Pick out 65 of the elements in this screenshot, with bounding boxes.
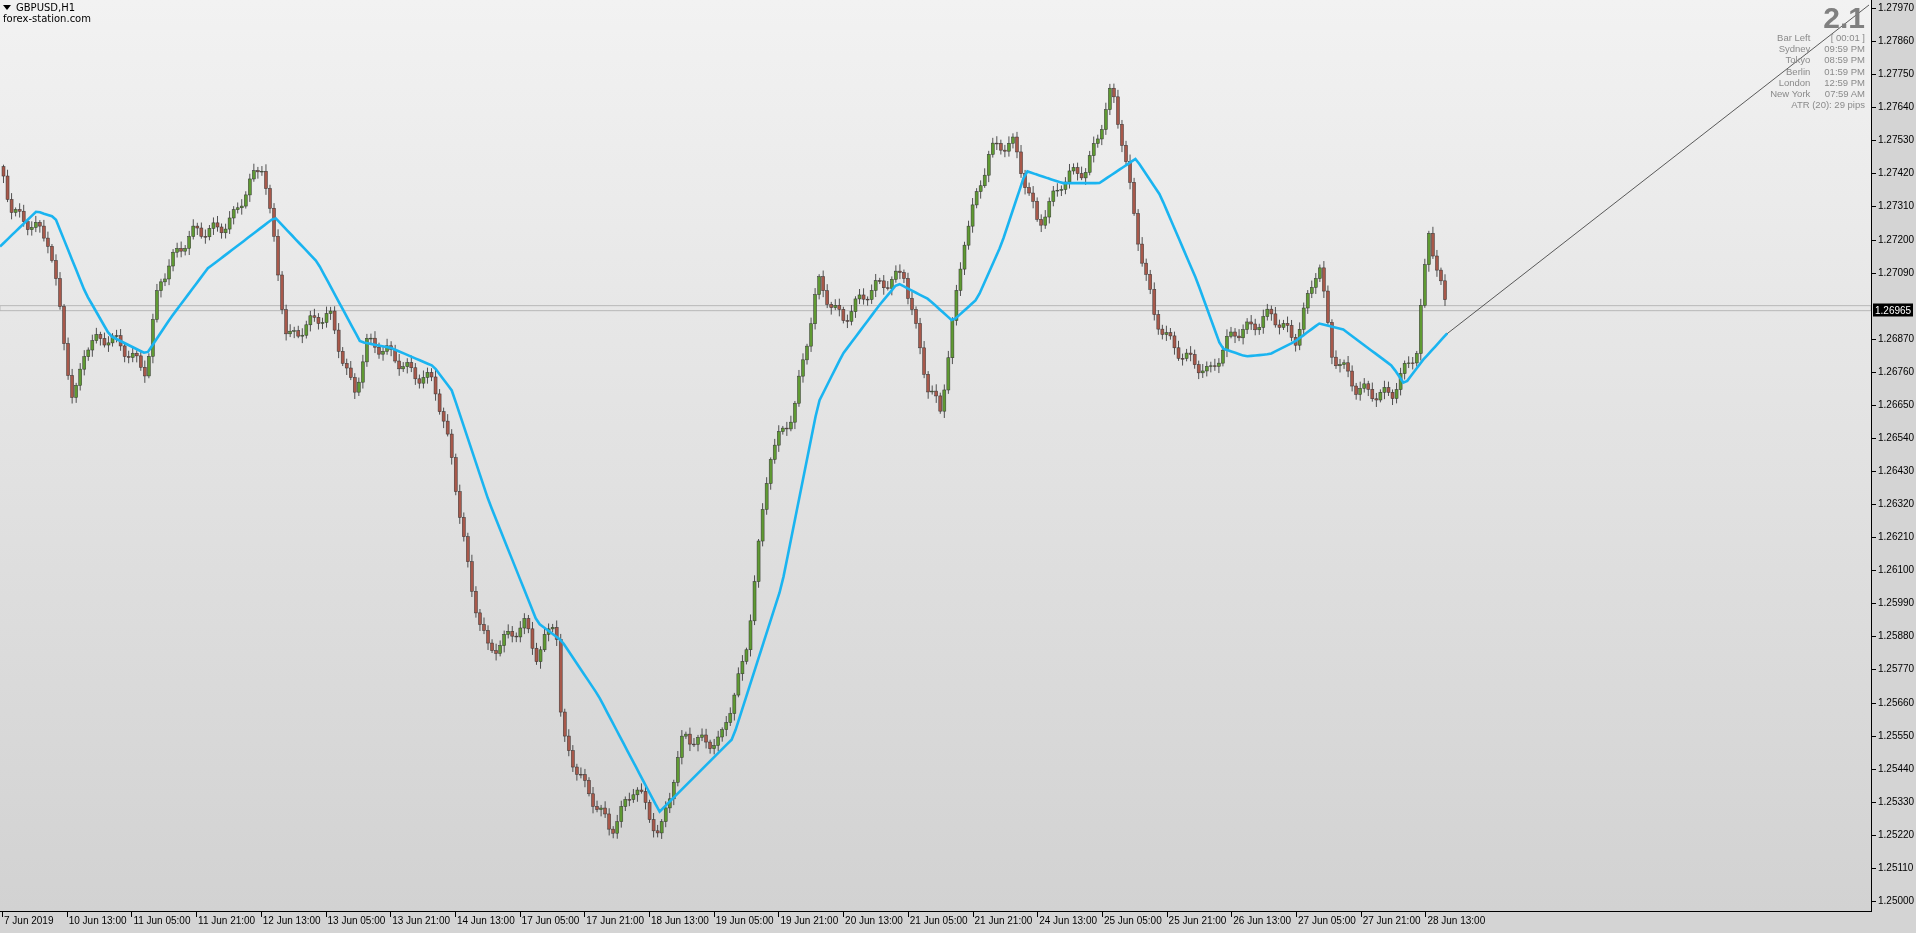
price-label: 1.25440 — [1872, 762, 1915, 775]
time-label: 25 Jun 21:00 — [1166, 915, 1227, 927]
info-value: 01:59 PM — [1824, 65, 1865, 77]
time-label: 18 Jun 13:00 — [649, 915, 709, 927]
price-label: 1.25550 — [1872, 729, 1915, 742]
time-label: 17 Jun 05:00 — [519, 915, 580, 927]
source-label: forex-station.com — [3, 13, 91, 24]
time-label: 24 Jun 13:00 — [1037, 915, 1097, 927]
time-label: 13 Jun 21:00 — [390, 915, 450, 927]
time-label: 27 Jun 21:00 — [1360, 915, 1421, 927]
price-label: 1.25660 — [1872, 696, 1915, 709]
time-label: 19 Jun 21:00 — [778, 915, 839, 927]
time-label: 14 Jun 13:00 — [454, 915, 515, 927]
price-label: 1.27860 — [1872, 35, 1915, 48]
price-label: 1.25000 — [1872, 895, 1915, 907]
price-label: 1.26320 — [1872, 498, 1915, 511]
price-label: 1.26540 — [1872, 431, 1915, 444]
price-label: 1.25330 — [1872, 795, 1915, 808]
price-label: 1.27420 — [1872, 167, 1915, 180]
current-price-label: 1.26965 — [1873, 303, 1914, 317]
price-label: 1.27090 — [1872, 266, 1915, 279]
time-label: 28 Jun 13:00 — [1425, 915, 1486, 927]
time-label: 25 Jun 05:00 — [1101, 915, 1162, 927]
price-label: 1.25880 — [1872, 630, 1915, 643]
price-label: 1.27640 — [1872, 101, 1915, 114]
price-label: 1.27970 — [1872, 2, 1915, 14]
time-label: 21 Jun 05:00 — [907, 915, 968, 927]
time-label: 19 Jun 05:00 — [713, 915, 774, 927]
time-label: 12 Jun 13:00 — [260, 915, 321, 927]
price-label: 1.26210 — [1872, 531, 1915, 544]
price-label: 1.27200 — [1872, 233, 1915, 246]
info-label: Bar Left — [1776, 32, 1811, 44]
price-label: 1.27310 — [1872, 200, 1915, 213]
symbol-title: GBPUSD,H1 — [16, 2, 76, 13]
price-label: 1.26760 — [1872, 365, 1915, 378]
atr-label: ATR (20): 29 pips — [1791, 99, 1865, 111]
price-label: 1.26100 — [1872, 564, 1915, 577]
price-label: 1.25990 — [1872, 597, 1915, 610]
time-label: 7 Jun 2019 — [2, 915, 54, 927]
price-label: 1.26870 — [1872, 332, 1915, 345]
time-label: 27 Jun 05:00 — [1296, 915, 1356, 927]
time-label: 13 Jun 05:00 — [325, 915, 386, 927]
info-value: 12:59 PM — [1824, 76, 1865, 88]
time-label: 17 Jun 21:00 — [584, 915, 645, 927]
time-label: 11 Jun 05:00 — [131, 915, 191, 927]
caret-icon[interactable] — [3, 5, 11, 10]
time-label: 11 Jun 21:00 — [196, 915, 256, 927]
info-value: 09:59 PM — [1824, 43, 1865, 55]
price-label: 1.25110 — [1872, 861, 1914, 874]
price-label: 1.25220 — [1872, 828, 1915, 841]
time-label: 20 Jun 13:00 — [843, 915, 903, 927]
price-label: 1.26650 — [1872, 398, 1915, 411]
time-label: 26 Jun 13:00 — [1231, 915, 1292, 927]
info-value: 08:59 PM — [1824, 54, 1865, 66]
time-label: 10 Jun 13:00 — [66, 915, 127, 927]
info-label: London — [1777, 76, 1811, 88]
price-label: 1.27530 — [1872, 134, 1915, 147]
info-label: Sydney — [1777, 43, 1811, 55]
time-label: 21 Jun 21:00 — [972, 915, 1033, 927]
price-label: 1.27750 — [1872, 68, 1915, 81]
info-label: Berlin — [1785, 65, 1811, 77]
price-label: 1.26430 — [1872, 465, 1915, 478]
info-value: 07:59 AM — [1824, 88, 1865, 100]
price-label: 1.25770 — [1872, 663, 1915, 676]
info-label: New York — [1770, 88, 1811, 100]
